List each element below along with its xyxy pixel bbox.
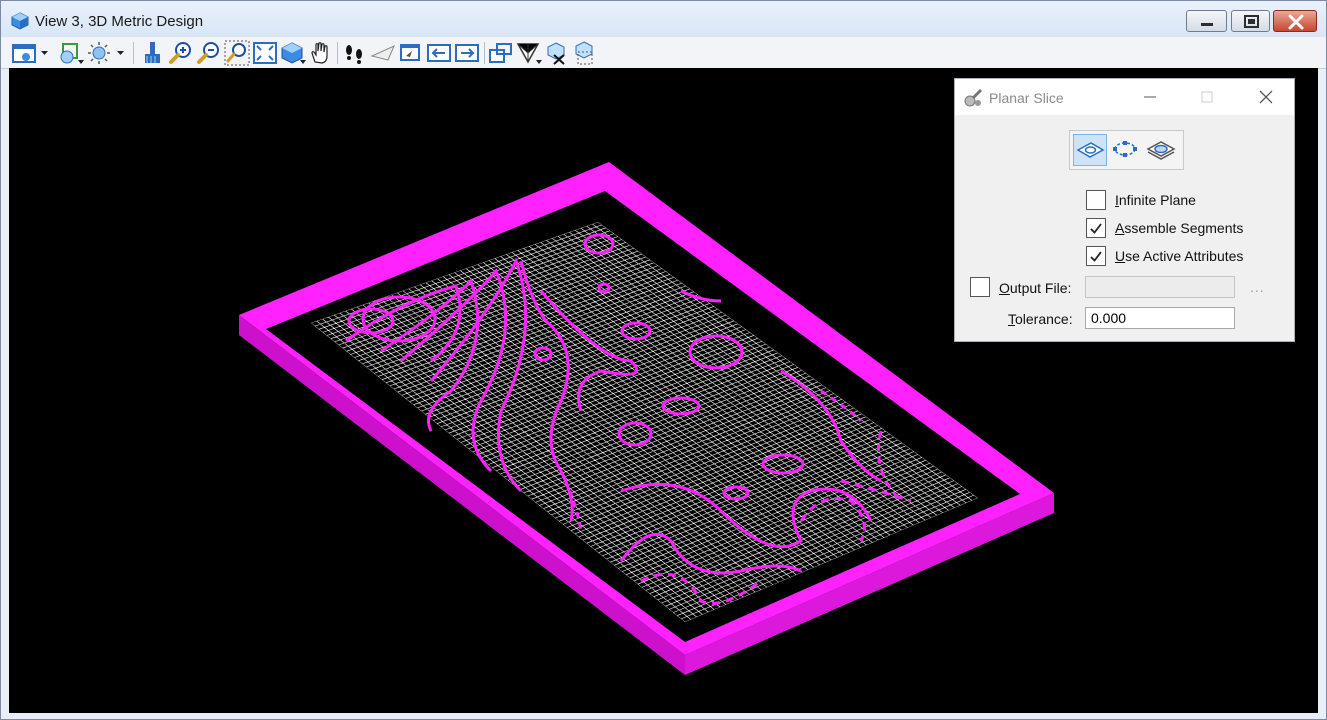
use-active-attributes-label: Use Active Attributes [1115, 248, 1244, 264]
restore-icon [1244, 15, 1259, 28]
toolbar-separator [337, 42, 338, 64]
pan-view-icon[interactable] [308, 40, 334, 66]
tolerance-label: Tolerance: [1008, 311, 1073, 327]
clip-mask-icon[interactable] [516, 40, 542, 66]
next-view-icon[interactable] [454, 40, 480, 66]
use-active-attributes-text: se Active Attributes [1125, 248, 1244, 264]
assemble-segments-label: Assemble Segments [1115, 220, 1244, 236]
close-icon [1288, 14, 1304, 30]
minimize-icon [1201, 23, 1213, 26]
assemble-segments-checkbox[interactable] [1086, 218, 1106, 238]
dialog-title-bar[interactable]: Planar Slice [955, 79, 1294, 115]
clear-icon[interactable] [140, 40, 166, 66]
maximize-button[interactable] [1231, 10, 1270, 32]
fit-view-icon[interactable] [252, 40, 278, 66]
view-rotation-icon[interactable] [572, 40, 598, 66]
copy-view-icon[interactable] [398, 40, 424, 66]
lights-icon[interactable] [87, 40, 124, 66]
view-attributes-icon[interactable] [11, 40, 48, 66]
zoom-out-icon[interactable] [196, 40, 222, 66]
window-area-icon[interactable] [224, 40, 250, 66]
infinite-plane-label: Infinite Plane [1115, 192, 1196, 208]
walk-icon[interactable] [342, 40, 368, 66]
toolbar-separator [133, 42, 134, 64]
dialog-title: Planar Slice [989, 90, 1064, 106]
output-file-text: utput File: [1009, 280, 1072, 296]
planar-slice-dialog: Planar Slice Infinite Plane Assemble Seg… [954, 78, 1295, 342]
display-style-icon[interactable] [58, 40, 84, 66]
dialog-maximize-icon[interactable] [1198, 88, 1216, 106]
view-previous-next-icon[interactable] [370, 40, 396, 66]
tolerance-field[interactable] [1085, 307, 1235, 329]
minimize-button[interactable] [1186, 10, 1227, 32]
output-file-field[interactable] [1085, 276, 1235, 298]
output-file-checkbox[interactable] [970, 277, 990, 297]
window-title: View 3, 3D Metric Design [35, 13, 204, 30]
view-cube-icon [11, 12, 29, 30]
toolbar-separator [484, 42, 485, 64]
title-bar[interactable]: View 3, 3D Metric Design [1, 1, 1326, 37]
dialog-close-icon[interactable] [1257, 88, 1275, 106]
tolerance-text: olerance: [1015, 311, 1073, 327]
infinite-plane-checkbox[interactable] [1086, 190, 1106, 210]
slice-plane-icon[interactable] [1073, 134, 1107, 166]
close-button[interactable] [1273, 10, 1317, 32]
checkmark-icon [1090, 251, 1102, 262]
rotate-view-icon[interactable] [280, 40, 306, 66]
clip-volume-icon[interactable] [488, 40, 514, 66]
slice-by-element-icon[interactable] [1145, 134, 1179, 166]
change-view-perspective-icon[interactable] [544, 40, 570, 66]
boundary-frame [239, 162, 1054, 675]
checkmark-icon [1090, 223, 1102, 234]
output-file-label: Output File: [999, 280, 1072, 296]
assemble-segments-text: ssemble Segments [1124, 220, 1244, 236]
infinite-plane-text: nfinite Plane [1118, 192, 1196, 208]
previous-view-icon[interactable] [426, 40, 452, 66]
slice-mode-toolbar [1069, 130, 1184, 170]
planar-slice-tool-icon [963, 88, 983, 108]
view-toolbar [1, 37, 1326, 69]
dialog-minimize-icon[interactable] [1141, 88, 1159, 106]
zoom-in-icon[interactable] [168, 40, 194, 66]
browse-button[interactable]: ... [1250, 279, 1265, 295]
view-window: View 3, 3D Metric Design Planar Slice In… [0, 0, 1327, 720]
use-active-attributes-checkbox[interactable] [1086, 246, 1106, 266]
slice-by-points-icon[interactable] [1109, 134, 1143, 166]
